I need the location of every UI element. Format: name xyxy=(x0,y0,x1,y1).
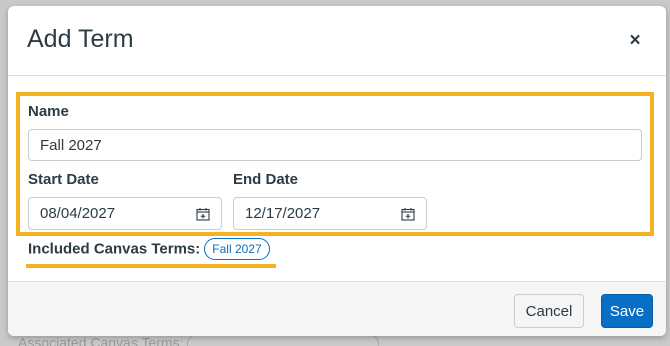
included-terms-label: Included Canvas Terms: xyxy=(28,240,201,258)
modal-footer: Cancel Save xyxy=(8,281,666,336)
highlight-underline xyxy=(26,264,276,268)
included-terms-row: Included Canvas Terms: Fall 2027 xyxy=(28,238,270,262)
name-label: Name xyxy=(28,103,69,120)
end-date-input[interactable] xyxy=(233,197,427,230)
save-button[interactable]: Save xyxy=(601,294,653,328)
add-term-modal: Add Term × Name Start Date End Date In xyxy=(8,6,666,336)
close-button[interactable]: × xyxy=(626,31,644,50)
start-date-label: Start Date xyxy=(28,171,99,188)
backdrop-label: Associated Canvas Terms: xyxy=(18,334,184,346)
calendar-icon[interactable] xyxy=(196,207,210,221)
modal-header: Add Term × xyxy=(8,6,666,76)
start-date-input[interactable] xyxy=(28,197,222,230)
calendar-icon[interactable] xyxy=(401,207,415,221)
name-input[interactable] xyxy=(28,129,642,161)
modal-title: Add Term xyxy=(27,25,134,53)
end-date-label: End Date xyxy=(233,171,299,188)
term-pill: Fall 2027 xyxy=(204,238,270,260)
modal-body: Name Start Date End Date Included Canvas… xyxy=(8,77,666,281)
cancel-button[interactable]: Cancel xyxy=(514,294,584,328)
